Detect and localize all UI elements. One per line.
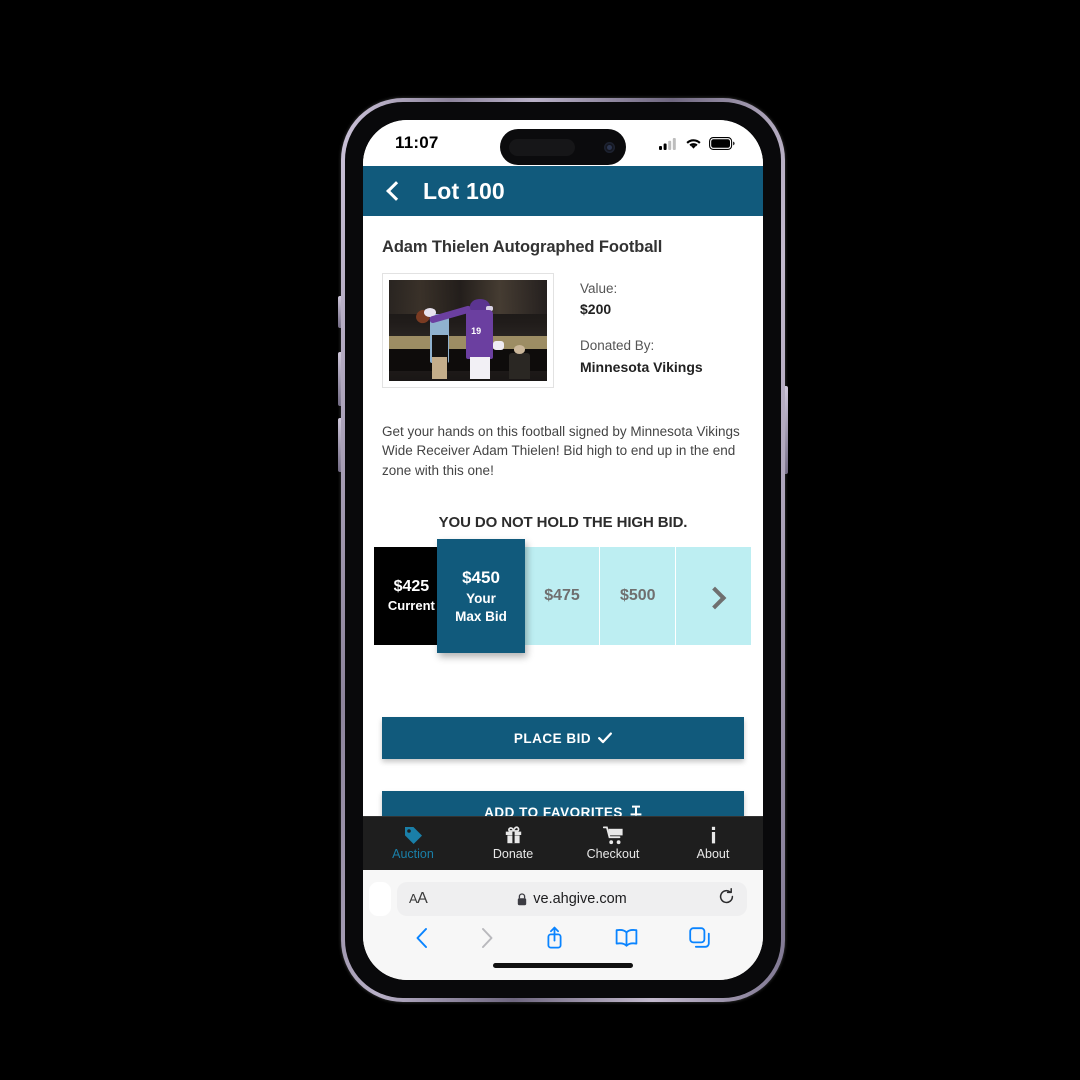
- home-indicator: [493, 963, 633, 968]
- current-bid-amount: $425: [393, 578, 430, 596]
- url-text: ve.ahgive.com: [533, 891, 627, 907]
- wifi-icon: [686, 138, 701, 149]
- phone-bezel: 11:07 Lot 100 Adam Thielen Autographed F…: [345, 102, 781, 998]
- status-bar-time: 11:07: [395, 133, 439, 152]
- app-header: Lot 100: [363, 166, 763, 216]
- checkmark-icon: [598, 732, 613, 744]
- safari-browser-bar: AA ve.ahgive.com: [363, 870, 763, 980]
- phone-frame: 11:07 Lot 100 Adam Thielen Autographed F…: [341, 98, 785, 1002]
- safari-toolbar: [363, 916, 763, 949]
- bid-option-2-amount: $500: [619, 587, 656, 605]
- donated-by-value: Minnesota Vikings: [580, 358, 703, 375]
- place-bid-button[interactable]: PLACE BID: [382, 717, 744, 760]
- item-image-inner: 19: [389, 280, 547, 381]
- page-title: Lot 100: [423, 177, 505, 204]
- tab-checkout[interactable]: Checkout: [563, 817, 663, 870]
- my-bid-label-line1: Your: [466, 590, 496, 606]
- chevron-right-icon: [704, 586, 724, 606]
- item-meta: Value: $200 Donated By: Minnesota Viking…: [580, 273, 703, 388]
- book-icon[interactable]: [615, 928, 638, 947]
- battery-icon: [709, 136, 735, 150]
- donated-by-label: Donated By:: [580, 338, 655, 354]
- dynamic-island: [500, 129, 626, 165]
- action-buttons: PLACE BID ADD TO FAVORITES: [382, 645, 744, 834]
- tab-donate[interactable]: Donate: [463, 817, 563, 870]
- bottom-tab-bar: Auction Donate Checkout About: [363, 816, 763, 870]
- url-display: ve.ahgive.com: [397, 891, 747, 907]
- info-icon: [710, 826, 717, 844]
- bid-next-button[interactable]: [676, 547, 752, 646]
- earpiece-speaker: [509, 138, 575, 156]
- tab-auction-label: Auction: [392, 847, 434, 861]
- item-title: Adam Thielen Autographed Football: [382, 238, 663, 256]
- lock-icon: [518, 892, 527, 905]
- screenshot-root: 11:07 Lot 100 Adam Thielen Autographed F…: [0, 0, 1080, 1080]
- bid-option-1-amount: $475: [544, 587, 580, 605]
- current-bid-label: Current: [387, 598, 435, 614]
- tab-about[interactable]: About: [663, 817, 763, 870]
- address-bar[interactable]: AA ve.ahgive.com: [397, 882, 747, 916]
- browser-forward-icon: [480, 927, 494, 949]
- phone-screen: 11:07 Lot 100 Adam Thielen Autographed F…: [363, 120, 763, 980]
- tab-donate-label: Donate: [492, 847, 534, 861]
- bid-tile-my-max-bid[interactable]: $450 Your Max Bid: [437, 539, 525, 654]
- back-chevron-icon[interactable]: [383, 181, 403, 201]
- tab-checkout-label: Checkout: [586, 847, 640, 861]
- cellular-signal-icon: [659, 137, 676, 150]
- item-summary-row: 19 Value: $200 Donated By: Minnesota Vik…: [382, 273, 744, 388]
- bid-selector: $425 Current $475 $500 $450 Your Max Bid: [363, 539, 763, 654]
- lot-detail-content: Adam Thielen Autographed Football 19 Val…: [363, 216, 763, 834]
- place-bid-label: PLACE BID: [513, 730, 592, 746]
- my-bid-label-line2: Max Bid: [455, 608, 507, 624]
- my-bid-amount: $450: [462, 567, 500, 587]
- bid-status-message: YOU DO NOT HOLD THE HIGH BID.: [438, 514, 688, 532]
- browser-back-icon[interactable]: [415, 927, 429, 949]
- safari-url-row: AA ve.ahgive.com: [363, 870, 763, 916]
- safari-tab-stub[interactable]: [369, 882, 391, 916]
- cart-icon: [602, 826, 624, 844]
- tag-icon: [404, 826, 423, 844]
- item-description: Get your hands on this football signed b…: [382, 424, 740, 478]
- status-bar-indicators: [659, 136, 735, 150]
- tab-auction[interactable]: Auction: [363, 817, 463, 870]
- share-icon[interactable]: [545, 926, 564, 949]
- gift-icon: [504, 825, 523, 844]
- bid-tile-option-2[interactable]: $500: [600, 547, 677, 646]
- status-bar: 11:07: [363, 120, 763, 166]
- bid-tile-option-1[interactable]: $475: [524, 547, 601, 646]
- value-label: Value:: [580, 281, 618, 296]
- value-amount: $200: [580, 301, 612, 318]
- tab-about-label: About: [696, 847, 730, 861]
- front-camera-icon: [604, 141, 615, 153]
- tabs-icon[interactable]: [689, 926, 711, 949]
- item-image[interactable]: 19: [382, 273, 554, 388]
